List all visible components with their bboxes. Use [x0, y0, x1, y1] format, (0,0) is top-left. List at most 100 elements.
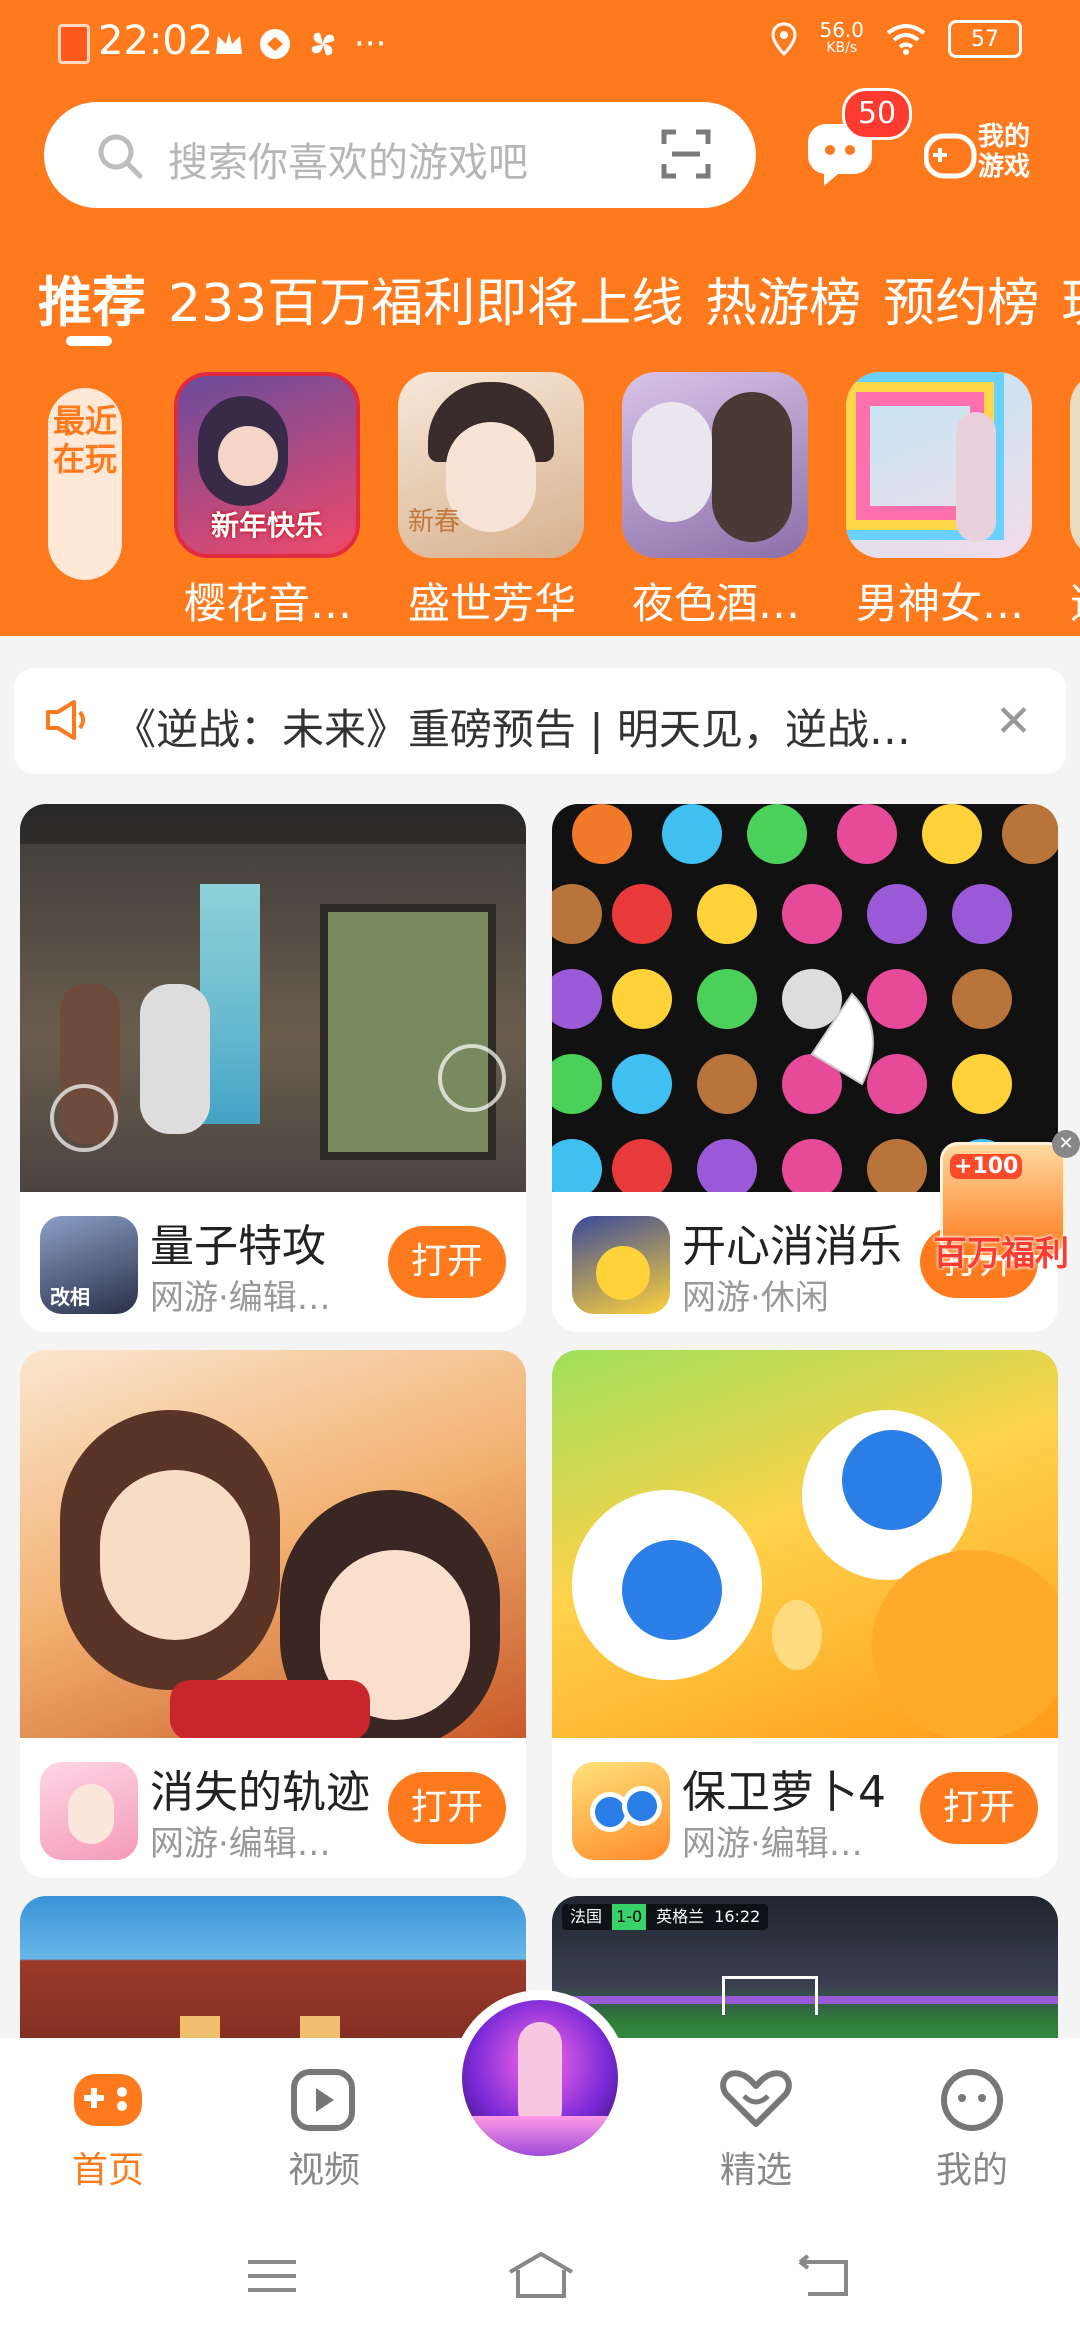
game-thumbnail: [20, 804, 526, 1192]
game-tags: 网游·编辑…: [682, 1824, 863, 1864]
game-icon: 改相: [40, 1216, 138, 1314]
gamepad-outline-icon: [924, 133, 977, 179]
sakura-app-icon: 新年快乐: [174, 372, 360, 558]
status-notification-icons: ···: [214, 24, 386, 64]
wifi-icon: [886, 24, 926, 55]
nanshen-app-icon: [846, 372, 1032, 558]
nav-profile-label: 我的: [935, 2150, 1008, 2191]
game-icon: [40, 1762, 138, 1860]
recent-apps-row: 新年快乐 樱花音… 新春 盛世芳华 夜色酒… 男神女… 逆: [174, 372, 1080, 631]
message-badge: 50: [842, 88, 912, 140]
recent-app-yese[interactable]: 夜色酒…: [622, 372, 810, 631]
game-tags: 网游·休闲: [682, 1278, 829, 1318]
score-overlay: 法国 1-0 英格兰 16:22: [562, 1904, 769, 1930]
game-name: 消失的轨迹: [150, 1767, 370, 1818]
yese-app-icon: [622, 372, 808, 558]
game-tags: 网游·编辑…: [150, 1278, 331, 1318]
tab-233-welfare[interactable]: 233百万福利: [168, 274, 475, 334]
status-left-icons: [58, 24, 90, 64]
my-games-button[interactable]: 我的游戏: [924, 118, 1044, 194]
recent-app-label: 盛世芳华: [407, 579, 576, 628]
tab-reserve[interactable]: 预约榜: [883, 274, 1039, 334]
recent-app-label: 男神女…: [855, 579, 1024, 628]
match-time: 16:22: [714, 1907, 761, 1926]
search-placeholder: 搜索你喜欢的游戏吧: [168, 140, 528, 186]
location-icon: [771, 22, 797, 56]
game-name: 保卫萝卜4: [682, 1767, 886, 1818]
partial-app-icon: [1070, 372, 1080, 558]
away-team: 英格兰: [656, 1907, 705, 1926]
game-card[interactable]: 改相 量子特攻 网游·编辑… 打开: [20, 804, 526, 1332]
status-right: 56.0 KB/s 57: [771, 20, 1022, 58]
gamepad-icon: [74, 2074, 142, 2126]
recent-app-sakura[interactable]: 新年快乐 樱花音…: [174, 372, 362, 631]
open-button[interactable]: 打开: [388, 1772, 506, 1844]
recent-app-nanshen[interactable]: 男神女…: [846, 372, 1034, 631]
tab-coming-soon[interactable]: 即将上线: [475, 274, 683, 334]
featured-game-icon: [462, 2000, 618, 2156]
net-speed: 56.0 KB/s: [819, 20, 864, 57]
tab-recommend[interactable]: 推荐: [38, 271, 146, 334]
back-icon[interactable]: [796, 2254, 852, 2298]
recent-app-label: 樱花音…: [183, 579, 352, 628]
nav-featured-label: 精选: [719, 2150, 792, 2191]
promo-float[interactable]: +100 百万福利 ✕: [930, 1130, 1080, 1280]
promo-close-icon[interactable]: ✕: [1052, 1130, 1080, 1158]
tab-play[interactable]: 玩: [1061, 274, 1080, 334]
scan-icon[interactable]: [660, 128, 712, 180]
nav-profile[interactable]: 我的: [912, 2068, 1032, 2193]
nav-home[interactable]: 首页: [48, 2068, 168, 2193]
home-icon[interactable]: [506, 2250, 576, 2300]
game-icon-label: 改相: [50, 1285, 90, 1309]
game-info: 改相 量子特攻 网游·编辑… 打开: [20, 1192, 526, 1332]
recent-app-label: 逆: [1070, 570, 1080, 631]
shengshi-icon-text: 新春: [408, 507, 461, 537]
nav-video[interactable]: 视频: [264, 2068, 384, 2193]
active-tab-indicator: [66, 336, 112, 346]
game-info: 消失的轨迹 网游·编辑… 打开: [20, 1738, 526, 1878]
my-games-label: 我的游戏: [978, 122, 1031, 182]
game-thumbnail: [20, 1350, 526, 1738]
nav-video-label: 视频: [287, 2150, 360, 2191]
open-button[interactable]: 打开: [388, 1226, 506, 1298]
tab-hot-games[interactable]: 热游榜: [705, 274, 861, 334]
status-bar: 22:02 ··· 56.0 KB/s 57: [0, 0, 1080, 86]
match-score: 1-0: [612, 1904, 647, 1930]
heart-icon: [720, 2070, 792, 2127]
game-icon: [572, 1216, 670, 1314]
game-card[interactable]: 消失的轨迹 网游·编辑… 打开: [20, 1350, 526, 1878]
app-notification-icon: [260, 29, 290, 59]
promo-amount: +100: [950, 1154, 1023, 1179]
more-notifications-icon: ···: [354, 24, 387, 64]
game-card[interactable]: 保卫萝卜4 网游·编辑… 打开: [552, 1350, 1058, 1878]
game-tags: 网游·编辑…: [150, 1824, 331, 1864]
recent-played-label: 最近在玩: [48, 388, 122, 580]
search-bar[interactable]: 搜索你喜欢的游戏吧: [44, 102, 756, 208]
game-name: 开心消消乐: [682, 1221, 902, 1272]
system-navigation-bar: [0, 2212, 1080, 2340]
status-time: 22:02: [98, 18, 214, 64]
crown-icon: [216, 32, 242, 54]
nav-featured[interactable]: 精选: [696, 2068, 816, 2193]
video-icon: [291, 2069, 355, 2131]
home-team: 法国: [570, 1907, 603, 1926]
sakura-icon-text: 新年快乐: [210, 509, 323, 542]
menu-icon[interactable]: [244, 2256, 300, 2296]
game-icon: [572, 1762, 670, 1860]
center-featured-button[interactable]: [452, 1990, 628, 2166]
announcement-text: 《逆战：未来》重磅预告 | 明天见，逆战…: [114, 705, 911, 754]
close-icon[interactable]: ✕: [995, 696, 1032, 747]
recent-app-shengshi[interactable]: 新春 盛世芳华: [398, 372, 586, 631]
announcement-bar[interactable]: 《逆战：未来》重磅预告 | 明天见，逆战… ✕: [14, 668, 1066, 774]
category-tabs: 推荐 233百万福利即将上线热游榜预约榜玩: [38, 258, 1080, 337]
search-icon: [98, 134, 143, 179]
open-button[interactable]: 打开: [920, 1772, 1038, 1844]
game-thumbnail: [552, 1350, 1058, 1738]
shengshi-app-icon: 新春: [398, 372, 584, 558]
megaphone-icon: [46, 700, 85, 740]
profile-icon: [941, 2069, 1003, 2131]
pinwheel-icon: [311, 32, 335, 56]
recent-app-partial[interactable]: 逆: [1070, 372, 1080, 631]
promo-label: 百万福利: [933, 1234, 1069, 1274]
recent-app-label: 夜色酒…: [631, 579, 800, 628]
